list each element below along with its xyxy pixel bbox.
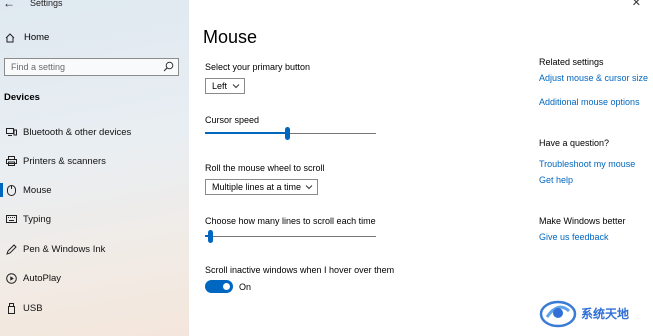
keyboard-icon — [5, 213, 17, 225]
slider-thumb[interactable] — [285, 127, 291, 140]
window-title: Settings — [30, 0, 63, 8]
sidebar-item-label: Mouse — [23, 184, 52, 196]
adjust-cursor-size-link[interactable]: Adjust mouse & cursor size — [539, 73, 648, 83]
slider-thumb[interactable] — [208, 230, 214, 243]
close-button[interactable]: ✕ — [632, 0, 641, 9]
autoplay-icon — [5, 272, 17, 284]
sidebar: ← Settings Home Find a setting Devices B… — [0, 0, 189, 336]
search-icon[interactable] — [163, 61, 174, 72]
scroll-wheel-label: Roll the mouse wheel to scroll — [205, 163, 325, 173]
dropdown-value: Multiple lines at a time — [212, 182, 302, 192]
sidebar-item-label: Bluetooth & other devices — [23, 126, 132, 138]
question-heading: Have a question? — [539, 138, 610, 148]
home-icon — [5, 32, 15, 42]
related-settings-heading: Related settings — [539, 57, 604, 67]
sidebar-item-usb[interactable]: USB — [5, 302, 43, 314]
sidebar-item-mouse[interactable]: Mouse — [5, 184, 52, 196]
toggle-state-label: On — [239, 282, 252, 292]
sidebar-item-label: Typing — [23, 213, 51, 225]
sidebar-item-label: Pen & Windows Ink — [23, 243, 106, 255]
additional-mouse-options-link[interactable]: Additional mouse options — [539, 97, 640, 107]
title-bar: ← Settings — [0, 0, 189, 14]
search-placeholder: Find a setting — [11, 62, 66, 72]
main-content: ✕ Mouse Select your primary button Left … — [189, 0, 653, 336]
selected-indicator — [0, 183, 3, 197]
cursor-speed-slider[interactable] — [205, 127, 376, 140]
slider-fill — [205, 132, 288, 134]
page-title: Mouse — [203, 27, 258, 47]
back-button[interactable]: ← — [3, 0, 15, 10]
pen-icon — [5, 243, 17, 255]
watermark-logo-icon — [539, 300, 577, 328]
search-input[interactable]: Find a setting — [4, 58, 179, 76]
usb-icon — [5, 302, 17, 314]
mouse-icon — [5, 184, 17, 196]
chevron-down-icon — [305, 185, 313, 190]
get-help-link[interactable]: Get help — [539, 175, 573, 185]
sidebar-item-autoplay[interactable]: AutoPlay — [5, 272, 61, 284]
home-nav-item[interactable]: Home — [5, 32, 49, 43]
sidebar-item-label: USB — [23, 302, 43, 314]
make-windows-better-heading: Make Windows better — [539, 216, 626, 226]
lines-to-scroll-slider[interactable] — [205, 230, 376, 243]
cursor-speed-label: Cursor speed — [205, 115, 260, 125]
chevron-down-icon — [232, 84, 240, 89]
dropdown-value: Left — [212, 81, 228, 91]
sidebar-item-printers[interactable]: Printers & scanners — [5, 155, 106, 167]
feedback-link[interactable]: Give us feedback — [539, 232, 609, 242]
slider-track — [205, 236, 376, 237]
sidebar-item-typing[interactable]: Typing — [5, 213, 51, 225]
inactive-scroll-label: Scroll inactive windows when I hover ove… — [205, 265, 395, 275]
sidebar-item-bluetooth[interactable]: Bluetooth & other devices — [5, 126, 131, 138]
lines-to-scroll-label: Choose how many lines to scroll each tim… — [205, 216, 376, 226]
toggle-knob — [223, 283, 230, 290]
printer-icon — [5, 155, 17, 167]
scroll-wheel-dropdown[interactable]: Multiple lines at a time — [205, 179, 318, 195]
section-heading-devices: Devices — [4, 92, 40, 103]
sidebar-item-label: Printers & scanners — [23, 155, 106, 167]
inactive-scroll-toggle[interactable] — [205, 280, 233, 293]
watermark-text: 系统天地 — [581, 306, 630, 321]
home-label: Home — [24, 32, 50, 43]
sidebar-item-pen[interactable]: Pen & Windows Ink — [5, 243, 105, 255]
watermark: 系统天地 — [538, 297, 629, 329]
primary-button-dropdown[interactable]: Left — [205, 78, 245, 94]
sidebar-item-label: AutoPlay — [23, 272, 62, 284]
bluetooth-device-icon — [5, 126, 17, 138]
troubleshoot-link[interactable]: Troubleshoot my mouse — [539, 159, 635, 169]
primary-button-label: Select your primary button — [205, 62, 311, 72]
